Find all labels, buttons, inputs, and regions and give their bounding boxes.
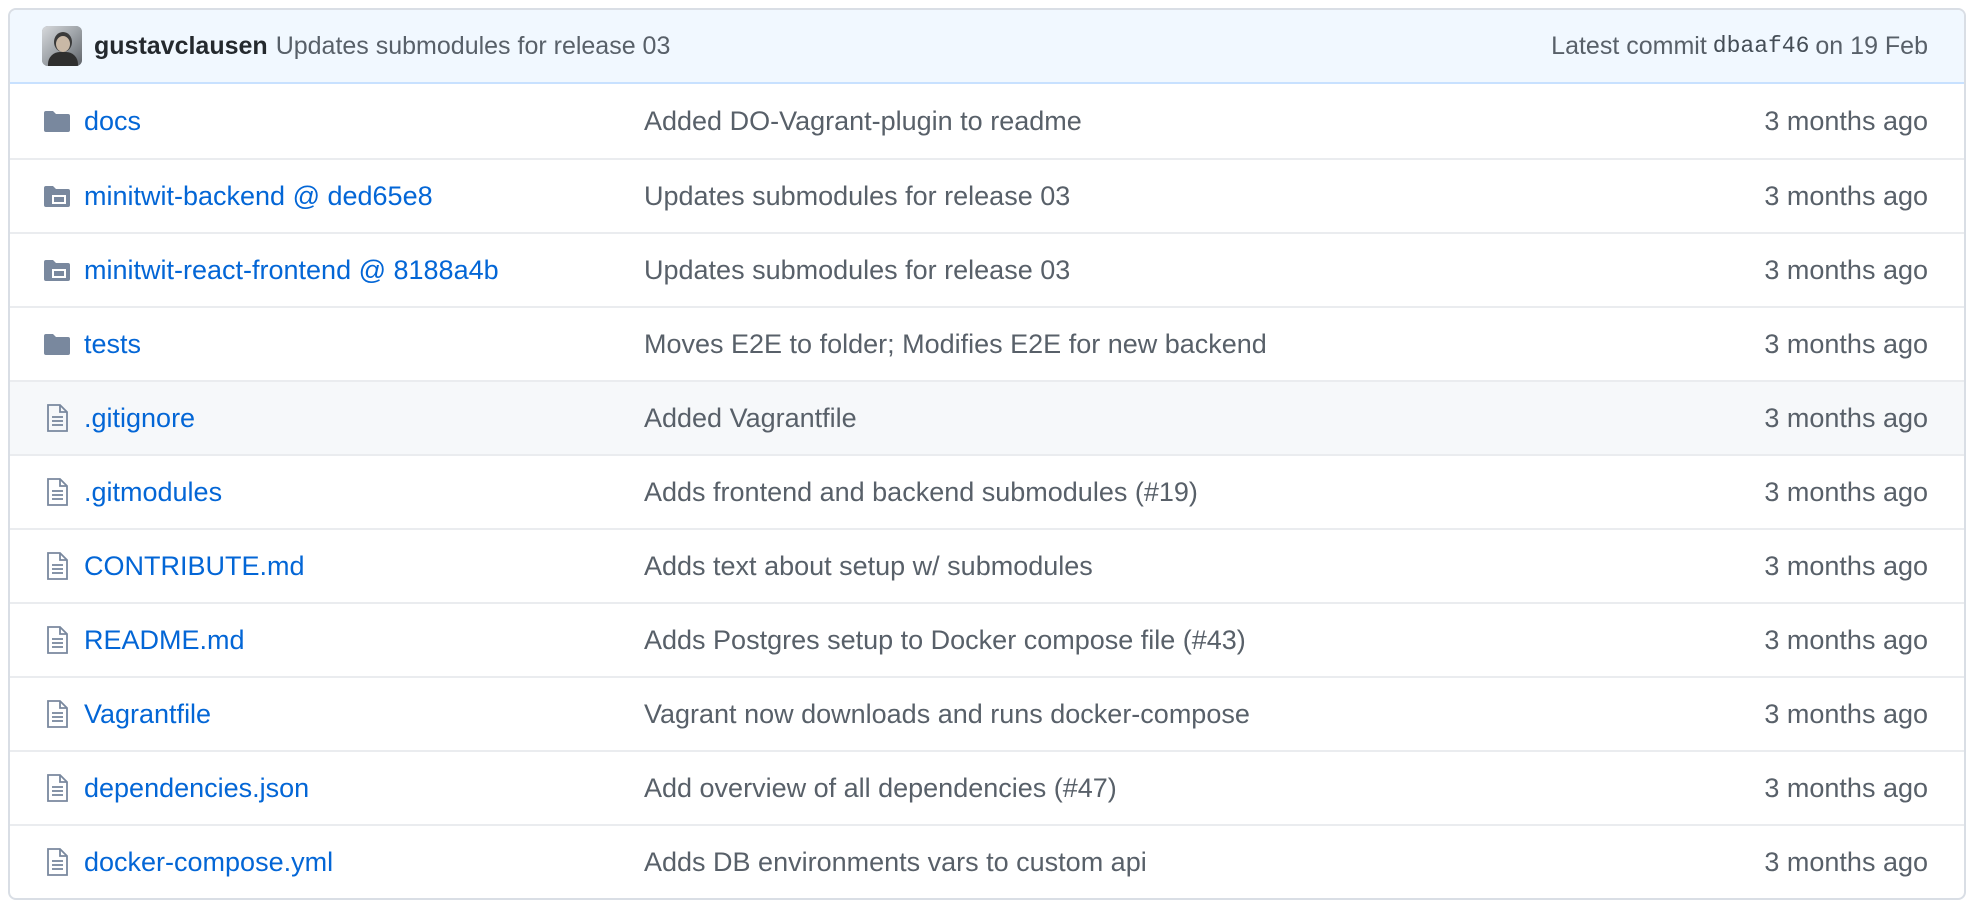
file-commit-message-link[interactable]: Vagrant now downloads and runs docker-co… xyxy=(644,699,1764,730)
commit-message-link[interactable]: Updates submodules for release 03 xyxy=(276,32,671,61)
file-row[interactable]: README.md Adds Postgres setup to Docker … xyxy=(10,602,1964,676)
file-icon xyxy=(42,847,72,877)
file-name-link[interactable]: docker-compose.yml xyxy=(84,847,644,878)
file-age: 3 months ago xyxy=(1764,476,1928,507)
latest-commit-label: Latest commit xyxy=(1551,31,1707,60)
file-icon xyxy=(42,477,72,507)
file-commit-message-link[interactable]: Add overview of all dependencies (#47) xyxy=(644,773,1764,804)
file-age: 3 months ago xyxy=(1764,105,1928,136)
folder-icon xyxy=(42,329,72,359)
file-name-link[interactable]: README.md xyxy=(84,625,644,656)
file-name-link[interactable]: minitwit-backend @ ded65e8 xyxy=(84,181,644,212)
file-icon xyxy=(42,773,72,803)
file-age: 3 months ago xyxy=(1764,550,1928,581)
file-commit-message-link[interactable]: Added DO-Vagrant-plugin to readme xyxy=(644,106,1764,137)
file-commit-message-link[interactable]: Adds Postgres setup to Docker compose fi… xyxy=(644,625,1764,656)
file-age: 3 months ago xyxy=(1764,328,1928,359)
latest-commit-bar: gustavclausen Updates submodules for rel… xyxy=(10,10,1964,84)
file-row[interactable]: docker-compose.yml Adds DB environments … xyxy=(10,824,1964,898)
file-age: 3 months ago xyxy=(1764,846,1928,877)
file-row[interactable]: .gitignore Added Vagrantfile 3 months ag… xyxy=(10,380,1964,454)
submodule-icon xyxy=(42,181,72,211)
file-commit-message-link[interactable]: Adds frontend and backend submodules (#1… xyxy=(644,477,1764,508)
file-row[interactable]: Vagrantfile Vagrant now downloads and ru… xyxy=(10,676,1964,750)
file-name-link[interactable]: minitwit-react-frontend @ 8188a4b xyxy=(84,255,644,286)
file-commit-message-link[interactable]: Added Vagrantfile xyxy=(644,403,1764,434)
file-row[interactable]: CONTRIBUTE.md Adds text about setup w/ s… xyxy=(10,528,1964,602)
file-name-link[interactable]: tests xyxy=(84,329,644,360)
file-age: 3 months ago xyxy=(1764,772,1928,803)
file-commit-message-link[interactable]: Moves E2E to folder; Modifies E2E for ne… xyxy=(644,329,1764,360)
avatar[interactable] xyxy=(42,26,82,66)
file-row[interactable]: dependencies.json Add overview of all de… xyxy=(10,750,1964,824)
submodule-icon xyxy=(42,255,72,285)
file-row[interactable]: minitwit-backend @ ded65e8 Updates submo… xyxy=(10,158,1964,232)
file-icon xyxy=(42,699,72,729)
file-icon xyxy=(42,625,72,655)
commit-date: on 19 Feb xyxy=(1815,31,1928,60)
file-commit-message-link[interactable]: Adds text about setup w/ submodules xyxy=(644,551,1764,582)
file-commit-message-link[interactable]: Updates submodules for release 03 xyxy=(644,181,1764,212)
file-row[interactable]: tests Moves E2E to folder; Modifies E2E … xyxy=(10,306,1964,380)
file-name-link[interactable]: .gitignore xyxy=(84,403,644,434)
file-name-link[interactable]: dependencies.json xyxy=(84,773,644,804)
file-row[interactable]: .gitmodules Adds frontend and backend su… xyxy=(10,454,1964,528)
file-row[interactable]: docs Added DO-Vagrant-plugin to readme 3… xyxy=(10,84,1964,158)
file-commit-message-link[interactable]: Updates submodules for release 03 xyxy=(644,255,1764,286)
file-icon xyxy=(42,403,72,433)
file-name-link[interactable]: CONTRIBUTE.md xyxy=(84,551,644,582)
file-name-link[interactable]: Vagrantfile xyxy=(84,699,644,730)
file-row[interactable]: minitwit-react-frontend @ 8188a4b Update… xyxy=(10,232,1964,306)
file-name-link[interactable]: .gitmodules xyxy=(84,477,644,508)
file-commit-message-link[interactable]: Adds DB environments vars to custom api xyxy=(644,847,1764,878)
file-age: 3 months ago xyxy=(1764,180,1928,211)
file-age: 3 months ago xyxy=(1764,254,1928,285)
file-name-link[interactable]: docs xyxy=(84,106,644,137)
file-table: gustavclausen Updates submodules for rel… xyxy=(8,8,1966,900)
folder-icon xyxy=(42,106,72,136)
file-age: 3 months ago xyxy=(1764,698,1928,729)
commit-author-link[interactable]: gustavclausen xyxy=(94,32,268,61)
file-age: 3 months ago xyxy=(1764,402,1928,433)
commit-sha-link[interactable]: dbaaf46 xyxy=(1713,33,1810,59)
file-icon xyxy=(42,551,72,581)
file-list: docs Added DO-Vagrant-plugin to readme 3… xyxy=(10,84,1964,898)
file-age: 3 months ago xyxy=(1764,624,1928,655)
